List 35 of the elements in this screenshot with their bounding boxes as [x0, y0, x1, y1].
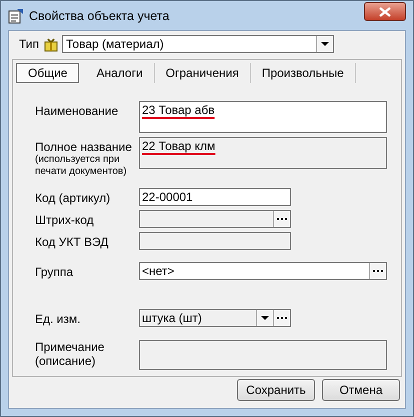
field-label: Код (артикул)	[35, 191, 112, 205]
input-field[interactable]	[139, 210, 291, 228]
dialog-button[interactable]: Отмена	[322, 379, 400, 401]
type-label: Тип	[19, 37, 40, 51]
field-label: Примечание (описание)	[35, 340, 106, 368]
input-field[interactable]: <нет>	[139, 262, 387, 280]
window-title: Свойства объекта учета	[29, 8, 170, 22]
unit-dropdown[interactable]: штука (шт)	[139, 309, 291, 327]
dropdown-arrow-icon	[261, 316, 269, 320]
field-label: Ед. изм.	[35, 312, 82, 326]
text-area[interactable]: 23 Товар абв	[139, 101, 387, 133]
type-dropdown[interactable]: Товар (материал)	[62, 35, 334, 53]
close-button[interactable]	[364, 2, 406, 21]
field-label: Полное название	[35, 140, 133, 154]
tab[interactable]: Ограничения	[154, 63, 251, 83]
field-note: (используется при печати документов)	[35, 154, 128, 178]
tab[interactable]: Общие	[16, 63, 80, 83]
input-field[interactable]	[139, 232, 291, 250]
dialog-button[interactable]: Сохранить	[237, 379, 315, 401]
properties-icon	[8, 8, 24, 24]
field-label: Код УКТ ВЭД	[35, 235, 110, 249]
text-area[interactable]	[139, 340, 387, 370]
field-label: Штрих-код	[35, 213, 95, 227]
tab[interactable]: Произвольные	[250, 63, 356, 83]
gift-icon	[43, 36, 60, 52]
browse-button[interactable]	[273, 310, 290, 326]
input-field[interactable]: 22-00001	[139, 188, 291, 206]
field-label: Группа	[35, 265, 74, 279]
field-label: Наименование	[35, 104, 120, 118]
browse-button[interactable]	[273, 211, 290, 227]
dropdown-arrow-icon	[321, 42, 330, 46]
text-area[interactable]: 22 Товар клм	[139, 137, 387, 169]
browse-button[interactable]	[369, 263, 386, 279]
tab[interactable]: Аналоги	[85, 63, 155, 83]
close-icon	[379, 6, 391, 16]
